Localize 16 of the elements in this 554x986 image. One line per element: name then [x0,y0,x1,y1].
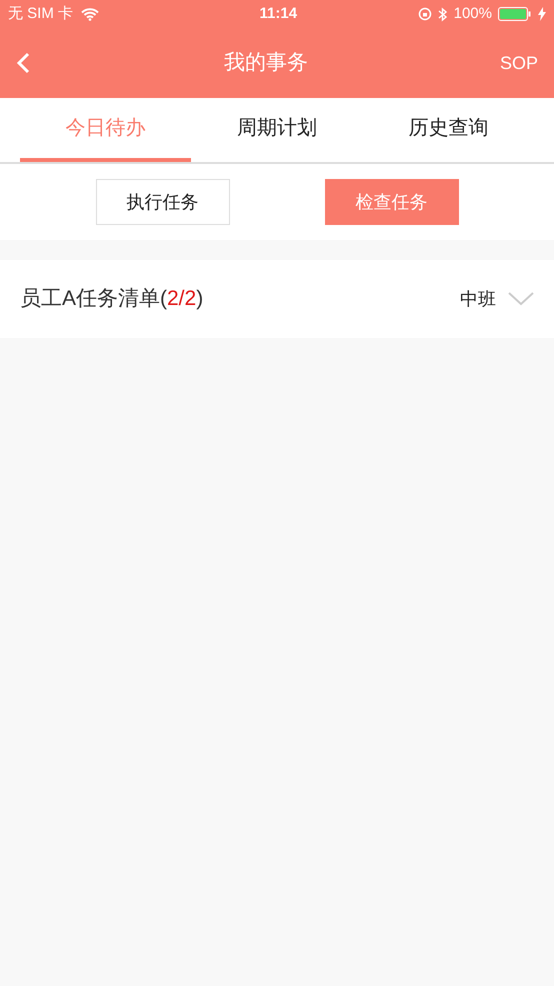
bluetooth-icon [438,6,448,22]
mode-button[interactable]: 执行任务 [96,179,230,225]
battery-icon [498,7,532,21]
carrier-label: 无 SIM 卡 [8,4,74,24]
task-list-title: 员工A任务清单(2/2) [20,286,204,312]
shift-label: 中班 [460,288,496,310]
wifi-icon [81,8,100,20]
page-title: 我的事务 [224,50,308,76]
charging-icon [538,7,546,21]
battery-percent: 100% [454,4,492,24]
tab[interactable]: 历史查询 [362,98,534,162]
tab[interactable]: 周期计划 [191,98,363,162]
back-button[interactable] [16,51,32,75]
rotation-lock-icon [418,7,432,21]
clock-time: 11:14 [260,4,298,24]
task-list-header[interactable]: 员工A任务清单(2/2) 中班 [0,260,554,338]
